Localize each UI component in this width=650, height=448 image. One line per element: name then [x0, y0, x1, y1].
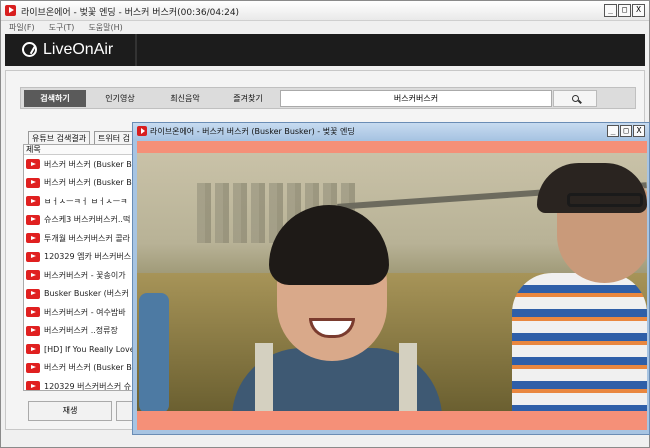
list-item-label: Busker Busker (버스커 버 [44, 289, 134, 299]
list-item[interactable]: 120329 버스커버스커 슈 [24, 377, 134, 391]
list-item[interactable]: 버스커 버스커 (Busker B [24, 174, 134, 193]
player-app-icon [137, 126, 147, 136]
list-item[interactable]: ㅂㅓㅅㅡㅋㅓ ㅂㅓㅅㅡㅋ [24, 192, 134, 211]
maximize-button[interactable]: □ [618, 4, 631, 17]
tab-search[interactable]: 검색하기 [24, 90, 86, 107]
window-title: 라이브온에어 - 벚꽃 엔딩 - 버스커 버스커(00:36/04:24) [21, 8, 240, 18]
video-image [137, 153, 647, 411]
list-item-label: 슈스케3 버스커버스커..떡 [44, 215, 131, 225]
play-button[interactable]: 재생 [28, 401, 112, 421]
subtab-youtube-results[interactable]: 유튜브 검색결과 [28, 131, 91, 144]
list-item-label: 버스커버스커 - 꽃송이가 [44, 270, 126, 280]
player-window-controls: _ □ X [607, 125, 645, 137]
banner-divider [135, 34, 137, 66]
youtube-icon [26, 288, 40, 299]
youtube-icon [26, 159, 40, 170]
player-window: 라이브온에어 - 버스커 버스커 (Busker Busker) - 벚꽃 엔딩… [132, 122, 650, 435]
list-item-label: 120329 버스커버스커 슈 [44, 381, 132, 391]
tab-bar: 검색하기 인기영상 최신음악 즐겨찾기 버스커버스커 [20, 87, 636, 109]
menu-help[interactable]: 도움말(H) [88, 22, 122, 33]
list-item-label: [HD] If You Really Love [44, 344, 134, 354]
player-maximize-button[interactable]: □ [620, 125, 632, 137]
list-item-label: ㅂㅓㅅㅡㅋㅓ ㅂㅓㅅㅡㅋ [44, 196, 128, 206]
menu-bar: 파일(F) 도구(T) 도움말(H) [1, 21, 649, 34]
minimize-button[interactable]: _ [604, 4, 617, 17]
player-title-bar[interactable]: 라이브온에어 - 버스커 버스커 (Busker Busker) - 벚꽃 엔딩… [133, 123, 649, 139]
search-button[interactable] [553, 90, 597, 107]
video-strap-left [255, 343, 273, 411]
subtab-twitter[interactable]: 트위터 검 [94, 131, 134, 144]
video-person2-body [512, 273, 647, 411]
player-minimize-button[interactable]: _ [607, 125, 619, 137]
list-item[interactable]: 120329 엠카 버스커버스 [24, 248, 134, 267]
list-header-title: 제목 [24, 145, 134, 155]
results-list[interactable]: 제목 버스커 버스커 (Busker B 버스커 버스커 (Busker B ㅂㅓㅅ… [23, 144, 135, 391]
youtube-icon [26, 325, 40, 336]
app-play-icon [5, 5, 16, 16]
search-input[interactable]: 버스커버스커 [280, 90, 552, 107]
title-bar[interactable]: 라이브온에어 - 벚꽃 엔딩 - 버스커 버스커(00:36/04:24) _ … [1, 1, 649, 21]
tab-popular[interactable]: 인기영상 [89, 90, 151, 107]
list-item[interactable]: 버스커버스커 - 여수밤바 [24, 303, 134, 322]
video-bag [139, 293, 169, 411]
liveonair-logo-icon [22, 42, 37, 57]
list-item[interactable]: 슈스케3 버스커버스커..떡 [24, 211, 134, 230]
brand-banner: LiveOnAir [5, 34, 645, 66]
list-item[interactable]: 버스커버스커 - 꽃송이가 [24, 266, 134, 285]
youtube-icon [26, 233, 40, 244]
video-strap-right [399, 343, 417, 411]
menu-file[interactable]: 파일(F) [9, 22, 35, 33]
list-item-label: 투개월 버스커버스커 콜라 [44, 233, 131, 243]
window-controls: _ □ X [604, 4, 645, 17]
youtube-icon [26, 251, 40, 262]
tab-latest-music[interactable]: 최신음악 [154, 90, 216, 107]
youtube-icon [26, 270, 40, 281]
player-close-button[interactable]: X [633, 125, 645, 137]
close-button[interactable]: X [632, 4, 645, 17]
list-item-label: 버스커 버스커 (Busker B [44, 178, 132, 188]
list-item[interactable]: Busker Busker (버스커 버 [24, 285, 134, 304]
list-item-label: 버스커 버스커 (Busker B [44, 159, 132, 169]
list-item-label: 버스커버스커 ..정류장 [44, 326, 118, 336]
brand-name: LiveOnAir [43, 41, 114, 58]
tab-favorites[interactable]: 즐겨찾기 [217, 90, 279, 107]
video-frame[interactable] [137, 141, 647, 430]
youtube-icon [26, 362, 40, 373]
list-item-label: 120329 엠카 버스커버스 [44, 252, 132, 262]
list-item-label: 버스커버스커 - 여수밤바 [44, 307, 126, 317]
list-item[interactable]: 투개월 버스커버스커 콜라 [24, 229, 134, 248]
youtube-icon [26, 177, 40, 188]
list-item[interactable]: 버스커 버스커 (Busker B [24, 155, 134, 174]
menu-tools[interactable]: 도구(T) [49, 22, 75, 33]
list-item[interactable]: 버스커 버스커 (Busker B [24, 359, 134, 378]
youtube-icon [26, 381, 40, 390]
youtube-icon [26, 307, 40, 318]
youtube-icon [26, 196, 40, 207]
player-title: 라이브온에어 - 버스커 버스커 (Busker Busker) - 벚꽃 엔딩 [150, 127, 355, 136]
list-item-label: 버스커 버스커 (Busker B [44, 363, 132, 373]
list-item[interactable]: 버스커버스커 ..정류장 [24, 322, 134, 341]
list-item[interactable]: [HD] If You Really Love [24, 340, 134, 359]
search-icon [572, 95, 579, 102]
youtube-icon [26, 214, 40, 225]
video-person2-glasses [567, 193, 643, 207]
youtube-icon [26, 344, 40, 355]
